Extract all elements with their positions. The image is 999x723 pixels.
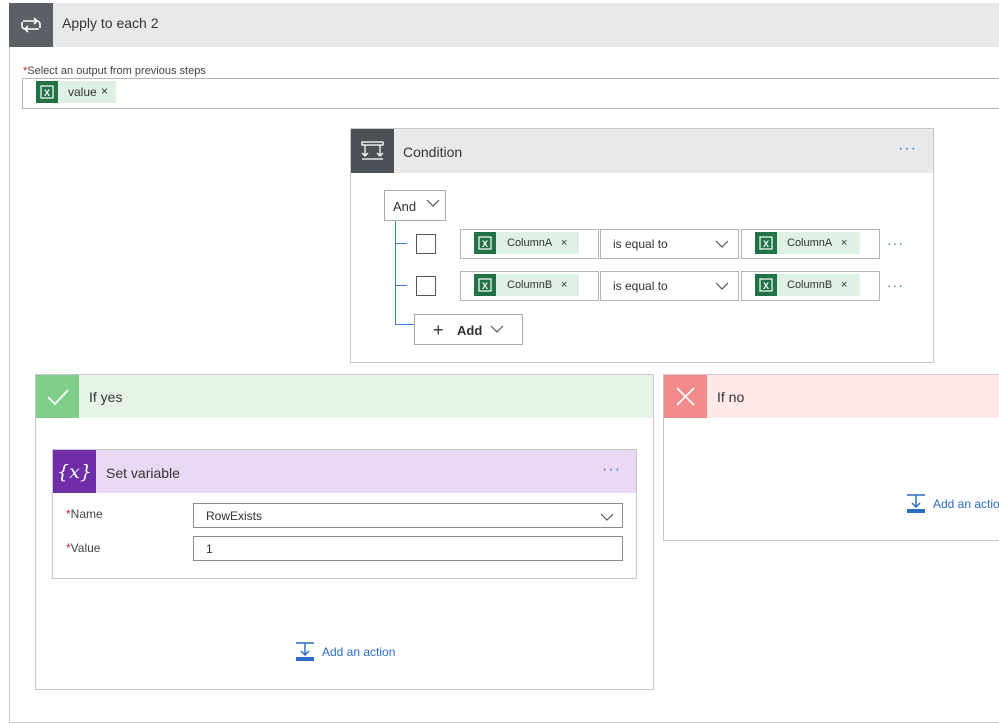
value-token-remove-button[interactable]: × [101,84,108,98]
excel-icon: X [474,274,496,296]
row-more-options-button[interactable]: ··· [887,277,904,293]
add-an-action-link[interactable]: Add an action [933,497,999,511]
value-token-label: value [68,85,97,99]
if-no-header[interactable] [664,375,999,418]
svg-text:X: X [763,239,769,249]
if-yes-title: If yes [89,389,123,405]
value-label: *Value [66,541,100,555]
if-yes-header[interactable] [36,375,653,418]
add-action-icon[interactable] [294,641,316,666]
column-token-label: ColumnB [507,279,553,291]
add-an-action-link[interactable]: Add an action [322,645,395,659]
excel-icon: X [755,274,777,296]
select-output-label-text: Select an output from previous steps [27,65,206,77]
name-label: *Name [66,507,103,521]
operator-label: is equal to [613,237,668,251]
token-remove-button[interactable]: × [561,237,567,249]
svg-text:X: X [763,281,769,291]
and-operator-label: And [393,199,417,214]
select-output-field[interactable] [22,78,999,109]
apply-to-each-title: Apply to each 2 [62,15,159,31]
add-condition-label: Add [457,323,483,338]
condition-title: Condition [403,144,463,160]
select-output-label: *Select an output from previous steps [23,65,206,77]
chevron-down-icon [715,237,729,254]
token-remove-button[interactable]: × [561,279,567,291]
row-select-checkbox[interactable] [416,276,436,296]
chevron-down-icon [600,510,614,527]
variable-value-text: 1 [206,542,213,556]
tree-line [395,243,407,244]
excel-icon: X [755,232,777,254]
token-remove-button[interactable]: × [841,237,847,249]
row-select-checkbox[interactable] [416,234,436,254]
excel-icon: X [474,232,496,254]
operator-label: is equal to [613,279,668,293]
checkmark-icon [36,375,79,418]
variable-value-input[interactable] [193,536,623,561]
close-icon [664,375,707,418]
excel-icon: X [36,81,58,103]
condition-more-options-button[interactable]: ··· [898,140,917,158]
plus-icon: + [433,320,444,340]
chevron-down-icon [490,322,504,339]
loop-icon [9,3,53,47]
column-token-label: ColumnB [787,279,833,291]
tree-line [395,324,414,325]
name-label-text: Name [70,507,103,521]
variable-icon-glyph: {x} [57,460,92,483]
tree-line [395,285,407,286]
add-action-icon[interactable] [905,493,927,518]
svg-text:X: X [482,281,488,291]
tree-line [395,221,396,325]
set-variable-more-options-button[interactable]: ··· [602,461,621,479]
svg-text:X: X [482,239,488,249]
variable-name-value: RowExists [206,509,263,523]
chevron-down-icon [715,279,729,296]
row-more-options-button[interactable]: ··· [887,235,904,251]
chevron-down-icon [426,196,440,213]
column-token-label: ColumnA [787,237,833,249]
condition-icon [351,129,394,173]
svg-text:X: X [44,88,50,98]
column-token-label: ColumnA [507,237,553,249]
set-variable-title: Set variable [106,465,180,481]
token-remove-button[interactable]: × [841,279,847,291]
value-label-text: Value [70,541,101,555]
if-no-title: If no [717,389,745,405]
